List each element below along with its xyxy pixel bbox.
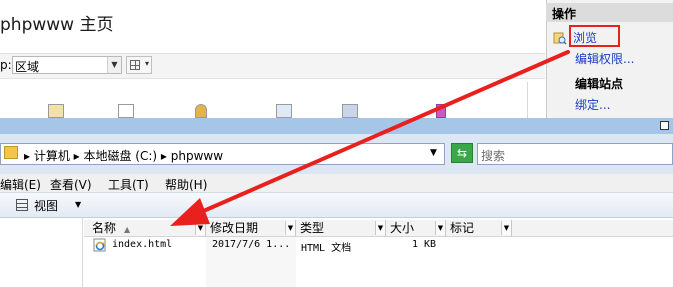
browse-icon: [553, 32, 567, 45]
search-placeholder: 搜索: [481, 149, 506, 163]
sort-ascending-icon: ▲: [124, 225, 131, 234]
chevron-down-icon[interactable]: ▼: [107, 57, 121, 73]
column-header-label: 修改日期: [210, 221, 259, 235]
actions-header-label: 操作: [552, 7, 577, 21]
menu-help[interactable]: 帮助(H): [165, 176, 207, 193]
column-header-label: 类型: [300, 221, 325, 235]
column-header-label: 标记: [450, 221, 475, 235]
breadcrumb[interactable]: ▸ 计算机 ▸ 本地磁盘 (C:) ▸ phpwww: [24, 147, 223, 164]
group-by-value: 区域: [15, 60, 40, 74]
chevron-down-icon[interactable]: ▼: [430, 148, 437, 158]
ie-html-file-icon: [93, 238, 106, 252]
column-header-modified[interactable]: 修改日期 ▼: [206, 220, 296, 237]
page-title: phpwww 主页: [0, 15, 114, 35]
group-by-dropdown[interactable]: 区域 ▼: [12, 56, 122, 74]
chevron-down-icon[interactable]: ▼: [375, 221, 385, 235]
feature-icon[interactable]: [436, 104, 446, 118]
column-header-size[interactable]: 大小 ▼: [386, 220, 446, 237]
file-modified: 2017/7/6 1...: [212, 239, 291, 250]
navigation-pane: [0, 218, 83, 287]
column-header-type[interactable]: 类型 ▼: [296, 220, 386, 237]
explorer-toolbar: [0, 192, 673, 218]
edit-permissions-link[interactable]: 编辑权限...: [575, 50, 634, 67]
highlight-box: [569, 25, 620, 47]
file-name[interactable]: index.html: [112, 239, 172, 250]
chevron-down-icon: ▾: [144, 59, 149, 68]
bindings-link[interactable]: 绑定...: [575, 96, 610, 113]
filter-label: p:: [0, 58, 12, 72]
feature-icon[interactable]: [276, 104, 292, 118]
feature-icon[interactable]: [342, 104, 358, 118]
column-header-tags[interactable]: 标记 ▼: [446, 220, 512, 237]
chevron-down-icon[interactable]: ▼: [435, 221, 445, 235]
file-size: 1 KB: [412, 239, 437, 250]
lock-icon[interactable]: [195, 104, 207, 118]
search-input[interactable]: 搜索: [477, 143, 673, 165]
column-header-name[interactable]: 名称 ▲ ▼: [88, 220, 206, 237]
menu-edit[interactable]: 编辑(E): [0, 176, 41, 193]
window-control-icon[interactable]: [660, 121, 669, 130]
edit-site-heading: 编辑站点: [575, 77, 624, 91]
view-mode-button[interactable]: ▾: [126, 56, 152, 74]
chevron-down-icon[interactable]: ▼: [75, 200, 81, 209]
folder-icon: [4, 146, 18, 159]
chevron-down-icon[interactable]: ▼: [501, 221, 511, 235]
feature-icon[interactable]: [48, 104, 64, 118]
features-view: [0, 82, 528, 118]
view-icon[interactable]: [16, 199, 28, 211]
explorer-titlebar: [0, 118, 673, 134]
menu-view[interactable]: 查看(V): [50, 176, 92, 193]
actions-header: 操作: [546, 3, 673, 22]
refresh-button[interactable]: ⇆: [451, 143, 473, 163]
menu-bar: [0, 174, 673, 192]
grid-view-icon: [130, 60, 140, 70]
chevron-down-icon[interactable]: ▼: [195, 221, 205, 235]
column-header-label: 大小: [390, 221, 415, 235]
views-button[interactable]: 视图: [34, 197, 58, 214]
chevron-down-icon[interactable]: ▼: [285, 221, 295, 235]
column-header-label: 名称: [92, 221, 117, 235]
file-type: HTML 文档: [301, 243, 352, 254]
document-icon[interactable]: [118, 104, 134, 118]
menu-tools[interactable]: 工具(T): [108, 176, 149, 193]
